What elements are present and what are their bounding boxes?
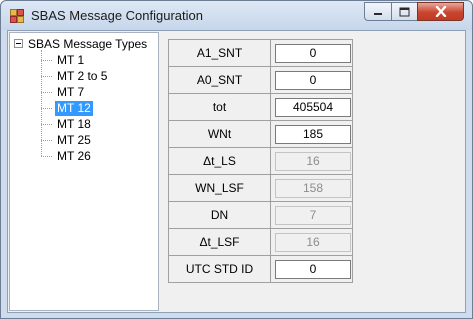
title-bar[interactable]: SBAS Message Configuration [1, 1, 472, 30]
a1-snt-field[interactable]: 0 [275, 44, 351, 63]
tree-item-mt25[interactable]: MT 25 [41, 132, 93, 148]
minimize-icon [374, 12, 382, 15]
message-type-tree[interactable]: SBAS Message Types MT 1 MT 2 to 5 MT 7 M… [9, 32, 159, 311]
tree-item-label: MT 18 [57, 116, 91, 131]
sbas-config-window: SBAS Message Configuration SBAS Message … [0, 0, 473, 319]
param-row-tot: tot 405504 [168, 93, 353, 121]
close-icon [435, 6, 446, 17]
param-row-dt-ls: Δt_LS 16 [168, 147, 353, 175]
dn-field: 7 [275, 206, 351, 225]
a0-snt-field[interactable]: 0 [275, 71, 351, 90]
param-label: WNt [168, 120, 271, 148]
tree-item-label: MT 26 [57, 148, 91, 163]
client-area: SBAS Message Types MT 1 MT 2 to 5 MT 7 M… [7, 30, 466, 313]
parameter-grid: A1_SNT 0 A0_SNT 0 tot 405504 WNt 185 Δt_… [168, 39, 353, 283]
param-label: WN_LSF [168, 174, 271, 202]
maximize-icon [399, 7, 410, 16]
param-label: Δt_LS [168, 147, 271, 175]
window-title: SBAS Message Configuration [31, 8, 203, 23]
collapse-icon[interactable] [14, 39, 23, 48]
wn-lsf-field: 158 [275, 179, 351, 198]
param-row-dn: DN 7 [168, 201, 353, 229]
tree-item-mt26[interactable]: MT 26 [41, 148, 93, 164]
tree-item-label: MT 2 to 5 [57, 68, 108, 83]
tree-item-mt1[interactable]: MT 1 [41, 52, 86, 68]
dt-lsf-field: 16 [275, 233, 351, 252]
param-label: tot [168, 93, 271, 121]
tree-item-label: MT 1 [57, 52, 85, 67]
tree-item-label: MT 7 [57, 84, 85, 99]
close-button[interactable] [417, 2, 464, 21]
app-icon [10, 9, 24, 23]
tree-root-label: SBAS Message Types [28, 36, 148, 51]
tree-item-mt12[interactable]: MT 12 [41, 100, 93, 116]
param-label: Δt_LSF [168, 228, 271, 256]
param-row-a0-snt: A0_SNT 0 [168, 66, 353, 94]
tree-item-mt18[interactable]: MT 18 [41, 116, 93, 132]
tree-root[interactable]: SBAS Message Types [14, 35, 147, 52]
param-row-utc-std-id: UTC STD ID 0 [168, 255, 353, 283]
param-label: A1_SNT [168, 39, 271, 67]
dt-ls-field: 16 [275, 152, 351, 171]
tree-item-mt2to5[interactable]: MT 2 to 5 [41, 68, 109, 84]
tree-item-mt7[interactable]: MT 7 [41, 84, 86, 100]
minimize-button[interactable] [364, 2, 391, 21]
param-row-wn-lsf: WN_LSF 158 [168, 174, 353, 202]
wnt-field[interactable]: 185 [275, 125, 351, 144]
param-row-dt-lsf: Δt_LSF 16 [168, 228, 353, 256]
param-label: A0_SNT [168, 66, 271, 94]
tree-item-label: MT 12 [55, 100, 93, 116]
maximize-button[interactable] [391, 2, 417, 21]
param-label: UTC STD ID [168, 255, 271, 283]
tree-item-label: MT 25 [57, 132, 91, 147]
utc-std-id-field[interactable]: 0 [275, 260, 351, 279]
tot-field[interactable]: 405504 [275, 98, 351, 117]
param-row-wnt: WNt 185 [168, 120, 353, 148]
param-label: DN [168, 201, 271, 229]
param-row-a1-snt: A1_SNT 0 [168, 39, 353, 67]
